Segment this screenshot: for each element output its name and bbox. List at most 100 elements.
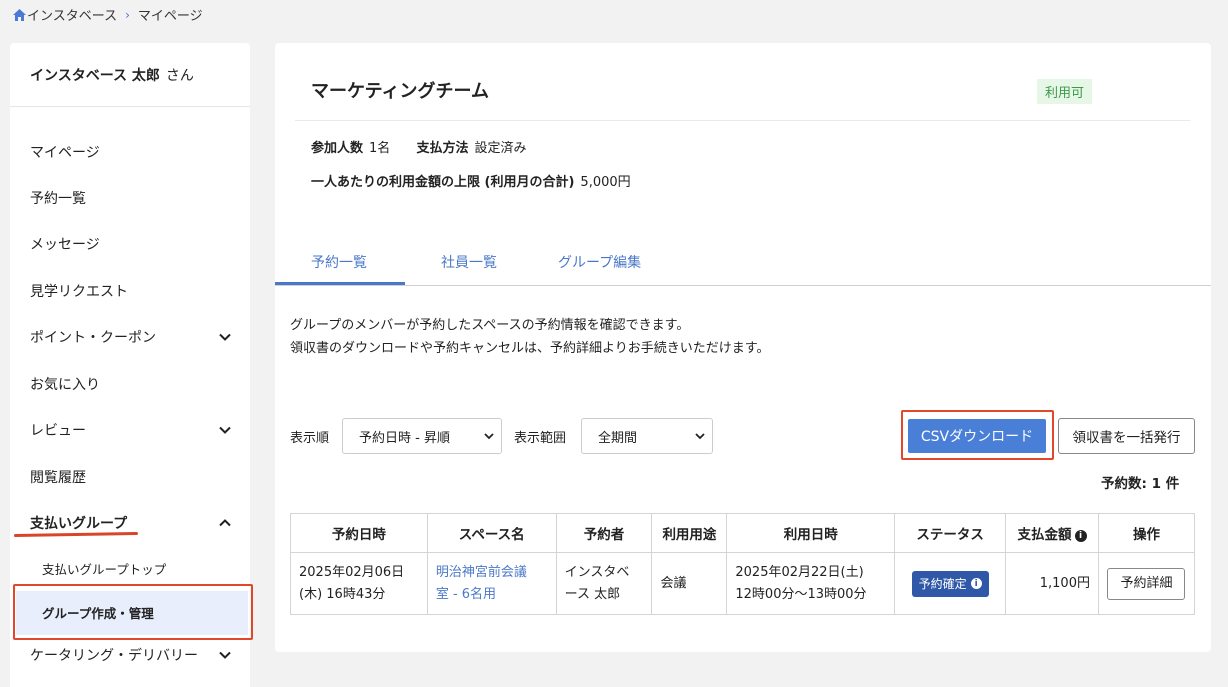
sidebar: インスタベース 太郎 さん マイページ 予約一覧 メッセージ 見学リクエスト ポ… xyxy=(10,43,253,687)
column-header-amount: 支払金額 i xyxy=(1005,513,1099,553)
user-suffix: さん xyxy=(165,67,194,84)
limit-label: 一人あたりの利用金額の上限 (利用月の合計) xyxy=(311,175,575,190)
group-status-badge: 利用可 xyxy=(1037,79,1093,104)
chevron-down-icon[interactable] xyxy=(218,330,232,344)
breadcrumb-home-label: インスタベース xyxy=(27,9,118,24)
chevron-up-icon[interactable] xyxy=(218,516,232,530)
payment-method-value: 設定済み xyxy=(474,141,527,156)
sidebar-item-label: 予約一覧 xyxy=(30,191,86,207)
column-header: 利用用途 xyxy=(651,513,728,553)
table-header-row: 予約日時 スペース名 予約者 利用用途 利用日時 ステータス 支払金額 i 操作 xyxy=(290,513,1196,553)
description-line: グループのメンバーが予約したスペースの予約情報を確認できます。 xyxy=(290,318,690,333)
tab-employees[interactable]: 社員一覧 xyxy=(441,252,497,272)
status-cell: 予約確定 i xyxy=(894,552,1007,615)
participants-value: 1名 xyxy=(369,141,391,156)
sort-label: 表示順 xyxy=(290,431,330,446)
booker-cell: インスタベ ース 太郎 xyxy=(555,552,653,615)
sidebar-subitem-payment-group-top[interactable]: 支払いグループトップ xyxy=(42,559,166,578)
info-icon: i xyxy=(970,578,982,589)
sidebar-item-reservations[interactable]: 予約一覧 xyxy=(30,186,232,210)
table-row: 2025年02月06日 (木) 16時43分 明治神宮前会議 室 - 6名用 イ… xyxy=(290,552,1196,615)
column-header: 操作 xyxy=(1097,513,1196,553)
chevron-down-icon xyxy=(484,433,494,440)
tab-group-edit[interactable]: グループ編集 xyxy=(558,252,641,272)
space-name-cell[interactable]: 明治神宮前会議 室 - 6名用 xyxy=(426,552,557,615)
reservations-table: 予約日時 スペース名 予約者 利用用途 利用日時 ステータス 支払金額 i 操作 … xyxy=(290,513,1196,615)
sort-select-value: 予約日時 - 昇順 xyxy=(359,430,450,446)
sidebar-item-label: マイページ xyxy=(30,145,100,161)
breadcrumb: インスタベース › マイページ xyxy=(12,5,203,24)
limit-value: 5,000円 xyxy=(580,175,631,190)
breadcrumb-current: マイページ xyxy=(137,9,203,24)
chevron-down-icon[interactable] xyxy=(218,423,232,437)
sidebar-item-label: お気に入り xyxy=(30,377,100,393)
use-time: 12時00分〜13時00分 xyxy=(735,586,867,602)
sidebar-item-favorites[interactable]: お気に入り xyxy=(30,372,232,396)
chevron-down-icon[interactable] xyxy=(218,648,232,662)
group-info-row: 参加人数 1名 支払方法 設定済み xyxy=(311,137,526,156)
reserved-at-time: (木) 16時43分 xyxy=(299,586,386,602)
purpose-cell: 会議 xyxy=(651,552,728,615)
sidebar-item-label: 閲覧履歴 xyxy=(30,470,86,486)
sidebar-item-catering[interactable]: ケータリング・デリバリー xyxy=(30,643,232,667)
sidebar-item-tour-requests[interactable]: 見学リクエスト xyxy=(30,279,232,303)
active-tab-indicator xyxy=(275,282,405,285)
reservation-detail-button[interactable]: 予約詳細 xyxy=(1107,567,1186,600)
main-panel: マーケティングチーム 利用可 参加人数 1名 支払方法 設定済み 一人あたりの利用金… xyxy=(275,43,1211,652)
sidebar-item-points-coupons[interactable]: ポイント・クーポン xyxy=(30,325,232,349)
column-header: 予約者 xyxy=(555,513,653,553)
chevron-right-icon: › xyxy=(125,7,130,22)
sidebar-item-label: ポイント・クーポン xyxy=(30,330,156,346)
use-date: 2025年02月22日(土) xyxy=(735,564,864,580)
chevron-down-icon xyxy=(695,433,705,440)
info-icon[interactable]: i xyxy=(1074,530,1087,542)
group-header: マーケティングチーム 利用可 xyxy=(295,63,1190,121)
space-name-link[interactable]: 明治神宮前会議 xyxy=(436,562,548,584)
user-greeting: インスタベース 太郎 さん xyxy=(10,43,250,107)
reservation-count: 予約数: 1 件 xyxy=(1101,476,1180,492)
participants-label: 参加人数 xyxy=(311,141,364,156)
sidebar-item-label: 見学リクエスト xyxy=(30,284,128,300)
payment-method-label: 支払方法 xyxy=(416,141,469,156)
column-header: スペース名 xyxy=(426,513,557,553)
group-info: 参加人数 1名 支払方法 設定済み 一人あたりの利用金額の上限 (利用月の合計) 5,… xyxy=(295,121,1190,217)
reserved-at-date: 2025年02月06日 xyxy=(299,564,405,580)
home-icon xyxy=(13,8,26,21)
tab-bar: 予約一覧 社員一覧 グループ編集 xyxy=(275,238,1211,286)
sidebar-item-label: 支払いグループ xyxy=(30,516,128,532)
sidebar-item-reviews[interactable]: レビュー xyxy=(30,418,232,442)
highlight-box-csv xyxy=(901,410,1054,460)
sidebar-item-mypage[interactable]: マイページ xyxy=(30,140,232,164)
range-select[interactable]: 全期間 xyxy=(581,418,713,454)
use-date-cell: 2025年02月22日(土) 12時00分〜13時00分 xyxy=(726,552,896,615)
space-name-link[interactable]: 室 - 6名用 xyxy=(436,584,548,606)
range-select-value: 全期間 xyxy=(598,430,638,446)
sidebar-item-messages[interactable]: メッセージ xyxy=(30,232,232,256)
status-label: 予約確定 xyxy=(918,576,967,591)
sidebar-item-history[interactable]: 閲覧履歴 xyxy=(30,465,232,489)
description-line: 領収書のダウンロードや予約キャンセルは、予約詳細よりお手続きいただけます。 xyxy=(290,341,770,356)
booker-name: ース 太郎 xyxy=(564,586,621,602)
status-badge[interactable]: 予約確定 i xyxy=(911,570,989,597)
column-header: ステータス xyxy=(894,513,1007,553)
booker-name: インスタベ xyxy=(564,564,630,580)
sidebar-item-label: レビュー xyxy=(30,423,86,439)
action-cell: 予約詳細 xyxy=(1097,552,1196,615)
breadcrumb-home-link[interactable]: インスタベース xyxy=(12,5,117,24)
group-limit-row: 一人あたりの利用金額の上限 (利用月の合計) 5,000円 xyxy=(311,171,631,190)
column-header: 予約日時 xyxy=(290,513,428,553)
highlight-box-group-manage xyxy=(13,584,253,640)
range-label: 表示範囲 xyxy=(514,431,567,446)
column-header: 利用日時 xyxy=(726,513,896,553)
bulk-receipt-button[interactable]: 領収書を一括発行 xyxy=(1058,418,1195,454)
description: グループのメンバーが予約したスペースの予約情報を確認できます。 領収書のダウンロ… xyxy=(290,314,769,360)
amount-cell: 1,100円 xyxy=(1005,552,1099,615)
column-header: 支払金額 xyxy=(1017,527,1072,543)
sort-select[interactable]: 予約日時 - 昇順 xyxy=(342,418,502,454)
sidebar-item-label: ケータリング・デリバリー xyxy=(30,648,198,664)
sidebar-subitem-label: 支払いグループトップ xyxy=(42,562,167,577)
group-summary-card: マーケティングチーム 利用可 参加人数 1名 支払方法 設定済み 一人あたりの利用金… xyxy=(295,63,1190,217)
tab-reservations[interactable]: 予約一覧 xyxy=(311,252,367,272)
group-title: マーケティングチーム xyxy=(311,81,490,102)
reserved-at-cell: 2025年02月06日 (木) 16時43分 xyxy=(290,552,428,615)
